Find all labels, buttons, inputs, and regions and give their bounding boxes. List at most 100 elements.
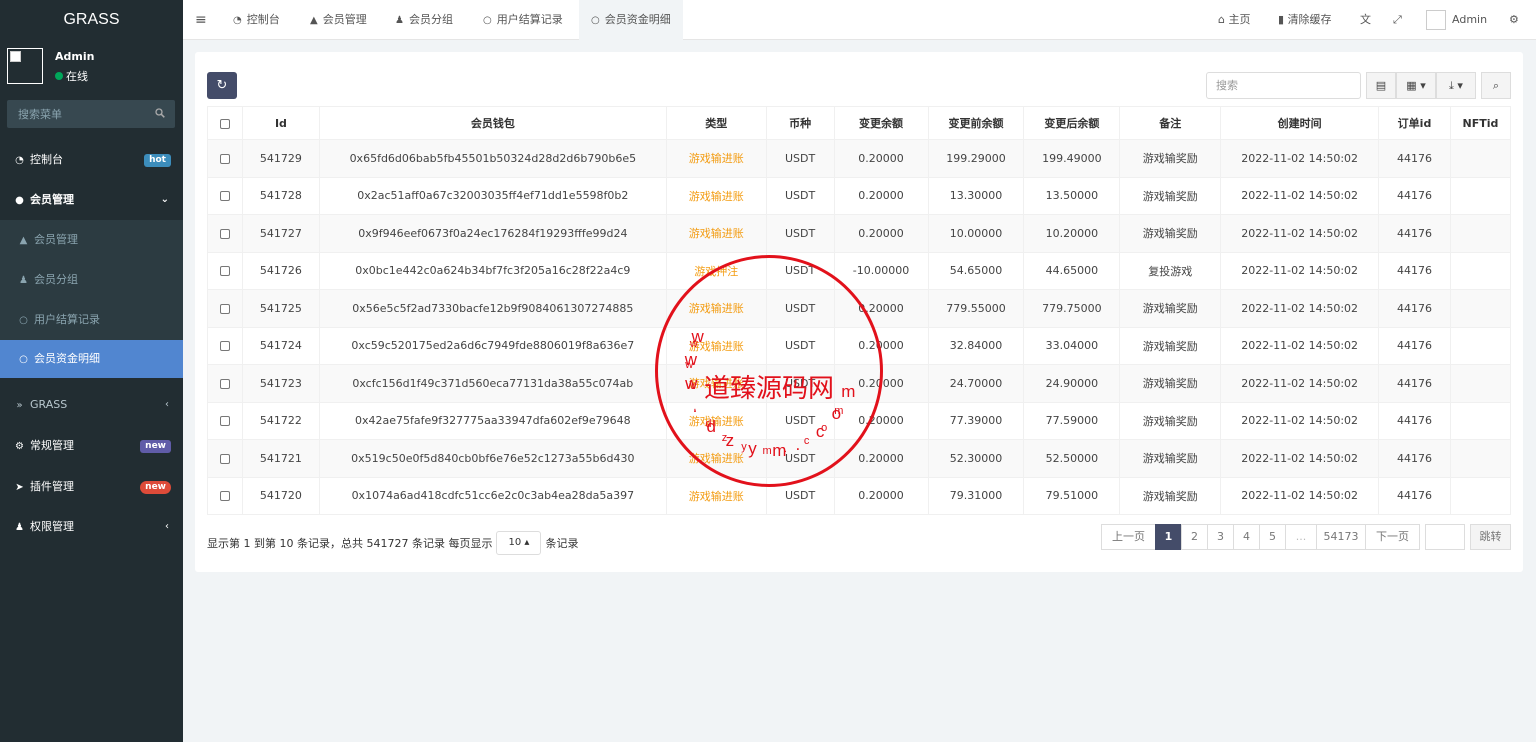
- new-badge: new: [140, 481, 171, 494]
- sidebar-item-members[interactable]: ▲ 会员管理: [0, 220, 183, 260]
- table-row[interactable]: 541721 0x519c50e0f5d840cb0bf6e76e52c1273a…: [207, 439, 1512, 478]
- tab-settlement[interactable]: ○ 用户结算记录: [471, 0, 575, 40]
- circle-icon: ○: [19, 315, 28, 326]
- table-cell: [1449, 289, 1512, 328]
- column-header[interactable]: 创建时间: [1220, 106, 1380, 140]
- select-all-cell[interactable]: [207, 106, 243, 140]
- table-row[interactable]: 541725 0x56e5c5f2ad7330bacfe12b9f90840613…: [207, 289, 1512, 328]
- toggle-view-button[interactable]: ▤: [1366, 72, 1396, 99]
- tab-member-mgmt[interactable]: ▲ 会员管理: [298, 0, 379, 40]
- table-row[interactable]: 541729 0x65fd6d06bab5fb45501b50324d28d2d6…: [207, 139, 1512, 178]
- column-header[interactable]: 备注: [1119, 106, 1222, 140]
- tab-dashboard[interactable]: ◔ 控制台: [221, 0, 292, 40]
- column-header[interactable]: 变更前余额: [927, 106, 1025, 140]
- topbar: ≡ ◔ 控制台 ▲ 会员管理 ♟ 会员分组 ○ 用户结算记录 ○ 会员资金明细 ⌂ 主页 …: [183, 0, 1536, 40]
- row-select-cell[interactable]: [207, 326, 243, 365]
- page-size-select[interactable]: 10 ▴: [496, 531, 542, 555]
- columns-button[interactable]: ▦ ▾: [1396, 72, 1436, 99]
- column-header[interactable]: 币种: [765, 106, 835, 140]
- row-select-cell[interactable]: [207, 401, 243, 440]
- sidebar-item-general[interactable]: ⚙ 常规管理 new: [0, 426, 183, 466]
- table-row[interactable]: 541724 0xc59c520175ed2a6d6c7949fde8806019…: [207, 326, 1512, 365]
- table-search-input[interactable]: [1206, 72, 1361, 99]
- admin-name: Admin: [1452, 13, 1488, 26]
- row-checkbox[interactable]: [219, 266, 230, 277]
- table-body: 541729 0x65fd6d06bab5fb45501b50324d28d2d6…: [207, 139, 1512, 515]
- row-select-cell[interactable]: [207, 439, 243, 478]
- table-cell: 2022-11-02 14:50:02: [1220, 476, 1380, 515]
- column-header[interactable]: 变更后余额: [1023, 106, 1121, 140]
- prev-page-button[interactable]: 上一页: [1101, 524, 1156, 550]
- sidebar-item-grass[interactable]: » GRASS ‹: [0, 385, 183, 425]
- row-select-cell[interactable]: [207, 251, 243, 290]
- advanced-search-button[interactable]: ⌕: [1481, 72, 1511, 99]
- app-logo[interactable]: GRASS: [0, 0, 183, 40]
- sidebar-item-settlement[interactable]: ○ 用户结算记录: [0, 300, 183, 340]
- export-button[interactable]: ⤓ ▾: [1436, 72, 1476, 99]
- table-cell: 541720: [241, 476, 320, 515]
- column-header[interactable]: 变更余额: [833, 106, 929, 140]
- page-button-4[interactable]: 4: [1233, 524, 1260, 550]
- column-header[interactable]: 会员钱包: [318, 106, 667, 140]
- home-link[interactable]: ⌂ 主页: [1218, 0, 1250, 40]
- table-header-row: Id 会员钱包 类型 币种 变更余额 变更前余额 变更后余额 备注 创建时间 订…: [207, 106, 1512, 140]
- table-row[interactable]: 541728 0x2ac51aff0a67c32003035ff4ef71dd1e…: [207, 176, 1512, 215]
- hamburger-menu-icon[interactable]: ≡: [183, 0, 218, 40]
- row-checkbox[interactable]: [219, 378, 230, 389]
- settings-cogs-icon[interactable]: ⚙: [1509, 0, 1519, 40]
- sidebar-item-plugins[interactable]: ➤ 插件管理 new: [0, 467, 183, 507]
- refresh-button[interactable]: ↻: [207, 72, 237, 99]
- row-checkbox[interactable]: [219, 303, 230, 314]
- clear-cache-button[interactable]: ▮ 清除缓存: [1278, 0, 1332, 40]
- table-cell: 79.31000: [927, 476, 1025, 515]
- table-row[interactable]: 541722 0x42ae75fafe9f327775aa33947dfa602e…: [207, 401, 1512, 440]
- row-checkbox[interactable]: [219, 491, 230, 502]
- row-checkbox[interactable]: [219, 341, 230, 352]
- page-button-5[interactable]: 5: [1259, 524, 1286, 550]
- sidebar-search-input[interactable]: [7, 100, 147, 128]
- translate-icon[interactable]: 文: [1360, 0, 1371, 40]
- column-header[interactable]: 类型: [665, 106, 767, 140]
- fullscreen-icon[interactable]: ⤢: [1393, 0, 1402, 40]
- page-button-1[interactable]: 1: [1155, 524, 1182, 550]
- table-row[interactable]: 541727 0x9f946eef0673f0a24ec176284f19293f…: [207, 214, 1512, 253]
- jump-button[interactable]: 跳转: [1470, 524, 1511, 550]
- row-checkbox[interactable]: [219, 191, 230, 202]
- admin-menu[interactable]: Admin: [1426, 0, 1487, 40]
- sidebar-item-label: 控制台: [30, 153, 63, 166]
- page-button-last[interactable]: 54173: [1316, 524, 1366, 550]
- row-select-cell[interactable]: [207, 176, 243, 215]
- sidebar-item-member-mgmt[interactable]: ● 会员管理 ⌄: [0, 180, 183, 220]
- table-cell: 0x56e5c5f2ad7330bacfe12b9f90840613072748…: [318, 289, 667, 328]
- select-all-checkbox[interactable]: [219, 118, 230, 129]
- row-select-cell[interactable]: [207, 139, 243, 178]
- row-checkbox[interactable]: [219, 416, 230, 427]
- search-icon[interactable]: [155, 108, 165, 118]
- sidebar-item-member-groups[interactable]: ♟ 会员分组: [0, 260, 183, 300]
- table-cell: 0x2ac51aff0a67c32003035ff4ef71dd1e5598f0…: [318, 176, 667, 215]
- row-select-cell[interactable]: [207, 476, 243, 515]
- sidebar-item-funds-detail[interactable]: ○ 会员资金明细: [0, 340, 183, 378]
- jump-page-input[interactable]: [1425, 524, 1465, 550]
- sidebar-item-permissions[interactable]: ♟ 权限管理 ‹: [0, 507, 183, 547]
- row-checkbox[interactable]: [219, 228, 230, 239]
- table-cell: 2022-11-02 14:50:02: [1220, 139, 1380, 178]
- row-select-cell[interactable]: [207, 289, 243, 328]
- column-header[interactable]: Id: [241, 106, 320, 140]
- row-checkbox[interactable]: [219, 153, 230, 164]
- table-cell: USDT: [765, 289, 835, 328]
- table-row[interactable]: 541726 0x0bc1e442c0a624b34bf7fc3f205a16c2…: [207, 251, 1512, 290]
- row-checkbox[interactable]: [219, 453, 230, 464]
- next-page-button[interactable]: 下一页: [1365, 524, 1420, 550]
- page-button-3[interactable]: 3: [1207, 524, 1234, 550]
- tab-funds-detail[interactable]: ○ 会员资金明细: [579, 0, 683, 40]
- table-row[interactable]: 541723 0xcfc156d1f49c371d560eca77131da38a…: [207, 364, 1512, 403]
- column-header[interactable]: 订单id: [1378, 106, 1451, 140]
- tab-member-groups[interactable]: ♟ 会员分组: [383, 0, 465, 40]
- table-row[interactable]: 541720 0x1074a6ad418cdfc51cc6e2c0c3ab4ea2…: [207, 476, 1512, 515]
- row-select-cell[interactable]: [207, 364, 243, 403]
- row-select-cell[interactable]: [207, 214, 243, 253]
- sidebar-item-dashboard[interactable]: ◔ 控制台 hot: [0, 140, 183, 180]
- column-header[interactable]: NFTid: [1449, 106, 1512, 140]
- page-button-2[interactable]: 2: [1181, 524, 1208, 550]
